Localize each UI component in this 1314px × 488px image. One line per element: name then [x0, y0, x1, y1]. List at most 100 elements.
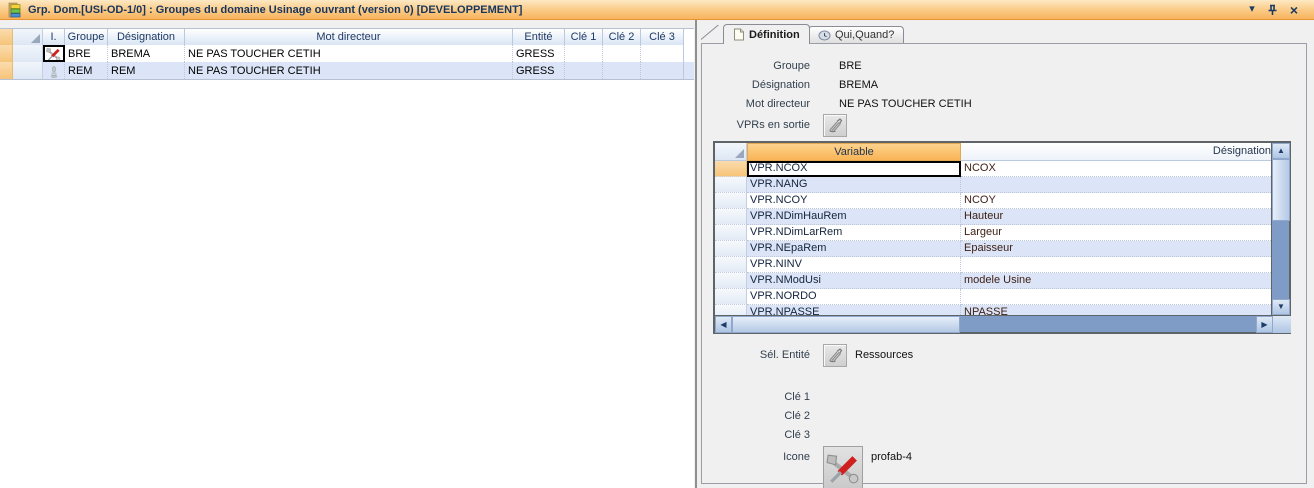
horizontal-scroll-thumb[interactable]	[732, 316, 960, 333]
close-icon[interactable]: ×	[1290, 3, 1298, 17]
vpr-row[interactable]: VPR.NDimHauRem Hauteur	[715, 209, 1273, 225]
vpr-row[interactable]: VPR.NORDO	[715, 289, 1273, 305]
row-icon-cell[interactable]	[43, 45, 65, 62]
horizontal-scrollbar[interactable]: ◀ ▶	[715, 315, 1291, 332]
scroll-up-icon[interactable]: ▲	[1272, 143, 1290, 159]
header-cle3[interactable]: Clé 3	[641, 29, 684, 45]
app-window: Grp. Dom.[USI-OD-1/0] : Groupes du domai…	[0, 0, 1314, 488]
vpr-row[interactable]: VPR.NCOY NCOY	[715, 193, 1273, 209]
grid-row-bre[interactable]: BRE BREMA NE PAS TOUCHER CETIH GRESS	[0, 45, 694, 62]
vpr-designation-cell[interactable]	[961, 177, 1273, 193]
field-cle1: Clé 1	[702, 387, 1306, 406]
row-indicator	[0, 45, 13, 62]
cell-mot-directeur[interactable]: NE PAS TOUCHER CETIH	[185, 45, 513, 62]
vpr-designation-cell[interactable]: NCOX	[961, 161, 1273, 177]
cell-cle1[interactable]	[565, 62, 603, 79]
window-cabinet-icon	[6, 2, 22, 18]
vpr-row[interactable]: VPR.NANG	[715, 177, 1273, 193]
tab-qui-quand[interactable]: Qui,Quand?	[808, 26, 904, 43]
vpr-variable-cell[interactable]: VPR.NCOX	[747, 161, 961, 177]
field-icone: Icone profab-4	[702, 444, 1306, 488]
vpr-designation-cell[interactable]: NCOY	[961, 193, 1273, 209]
row-selector[interactable]	[13, 45, 43, 62]
tab-definition[interactable]: Définition	[723, 24, 810, 44]
scroll-right-icon[interactable]: ▶	[1256, 316, 1273, 333]
vpr-row[interactable]: VPR.NEpaRem Epaisseur	[715, 241, 1273, 257]
cell-cle2[interactable]	[603, 62, 641, 79]
vpr-row[interactable]: VPR.NDimLarRem Largeur	[715, 225, 1273, 241]
cell-designation[interactable]: REM	[108, 62, 185, 79]
header-designation[interactable]: Désignation	[108, 29, 185, 45]
header-cle2[interactable]: Clé 2	[603, 29, 641, 45]
cell-entite[interactable]: GRESS	[513, 45, 565, 62]
vpr-designation-cell[interactable]: NPASSE	[961, 305, 1273, 315]
header-icon-col[interactable]: I.	[43, 29, 65, 45]
scroll-down-icon[interactable]: ▼	[1272, 299, 1290, 315]
icone-button[interactable]	[823, 446, 863, 488]
header-cle1[interactable]: Clé 1	[565, 29, 603, 45]
cell-cle1[interactable]	[565, 45, 603, 62]
vertical-scrollbar[interactable]: ▲ ▼	[1271, 143, 1289, 315]
chevron-down-icon[interactable]: ▾	[1249, 4, 1255, 15]
cell-cle3[interactable]	[641, 62, 684, 79]
vpr-designation-cell[interactable]: modele Usine	[961, 273, 1273, 289]
vpr-designation-cell[interactable]	[961, 257, 1273, 273]
header-entite[interactable]: Entité	[513, 29, 565, 45]
row-indicator	[715, 193, 747, 209]
sel-entite-button[interactable]	[823, 344, 847, 367]
cell-cle3[interactable]	[641, 45, 684, 62]
tab-diagonal	[701, 25, 724, 44]
tools-red-icon	[826, 453, 860, 485]
vpr-header-variable[interactable]: Variable	[747, 143, 961, 161]
designation-value[interactable]: BREMA	[839, 79, 878, 91]
vpr-designation-cell[interactable]: Hauteur	[961, 209, 1273, 225]
vpr-header-selector[interactable]	[715, 143, 747, 161]
cell-entite[interactable]: GRESS	[513, 62, 565, 79]
row-selector[interactable]	[13, 62, 43, 79]
vertical-scroll-thumb[interactable]	[1272, 159, 1290, 221]
groups-grid: I. Groupe Désignation Mot directeur Enti…	[0, 28, 694, 80]
header-gutter	[0, 29, 13, 45]
vpr-variable-cell[interactable]: VPR.NANG	[747, 177, 961, 193]
mot-directeur-value[interactable]: NE PAS TOUCHER CETIH	[839, 98, 972, 110]
vpr-variable-cell[interactable]: VPR.NDimLarRem	[747, 225, 961, 241]
groupe-value[interactable]: BRE	[839, 60, 862, 72]
mot-directeur-label: Mot directeur	[702, 98, 810, 110]
vpr-designation-cell[interactable]: Largeur	[961, 225, 1273, 241]
vpr-designation-cell[interactable]	[961, 289, 1273, 305]
vpr-variable-cell[interactable]: VPR.NModUsi	[747, 273, 961, 289]
vpr-row[interactable]: VPR.NModUsi modele Usine	[715, 273, 1273, 289]
vpr-variable-cell[interactable]: VPR.NINV	[747, 257, 961, 273]
vpr-variable-cell[interactable]: VPR.NPASSE	[747, 305, 961, 315]
vpr-row[interactable]: VPR.NINV	[715, 257, 1273, 273]
corner-triangle-icon	[735, 149, 744, 158]
scroll-left-icon[interactable]: ◀	[715, 316, 732, 333]
header-mot-directeur[interactable]: Mot directeur	[185, 29, 513, 45]
vpr-row[interactable]: VPR.NPASSE NPASSE	[715, 305, 1273, 315]
header-groupe[interactable]: Groupe	[65, 29, 108, 45]
field-cle2: Clé 2	[702, 406, 1306, 425]
vpr-variable-cell[interactable]: VPR.NEpaRem	[747, 241, 961, 257]
vpr-row[interactable]: VPR.NCOX NCOX	[715, 161, 1273, 177]
vpr-header-designation[interactable]: Désignation	[961, 143, 1273, 161]
grid-row-rem[interactable]: REM REM NE PAS TOUCHER CETIH GRESS	[0, 62, 694, 79]
vpr-table-scrollarea: Variable Désignation VPR.NCOX NCOX VPR.N…	[715, 143, 1273, 315]
vpr-variable-cell[interactable]: VPR.NDimHauRem	[747, 209, 961, 225]
pin-icon[interactable]	[1267, 4, 1278, 16]
cell-cle2[interactable]	[603, 45, 641, 62]
cell-mot-directeur[interactable]: NE PAS TOUCHER CETIH	[185, 62, 513, 79]
vpr-variable-cell[interactable]: VPR.NORDO	[747, 289, 961, 305]
header-selector[interactable]	[13, 29, 43, 45]
cell-designation[interactable]: BREMA	[108, 45, 185, 62]
row-indicator	[0, 62, 13, 79]
vprs-sortie-button[interactable]	[823, 114, 847, 137]
row-indicator	[715, 225, 747, 241]
vpr-designation-cell[interactable]: Epaisseur	[961, 241, 1273, 257]
cell-groupe[interactable]: BRE	[65, 45, 108, 62]
cell-groupe[interactable]: REM	[65, 62, 108, 79]
tools-red-icon	[46, 47, 61, 62]
panel-divider[interactable]	[695, 20, 697, 488]
vpr-variable-cell[interactable]: VPR.NCOY	[747, 193, 961, 209]
row-icon-cell[interactable]	[43, 62, 65, 79]
field-mot-directeur: Mot directeur NE PAS TOUCHER CETIH	[702, 94, 1306, 113]
